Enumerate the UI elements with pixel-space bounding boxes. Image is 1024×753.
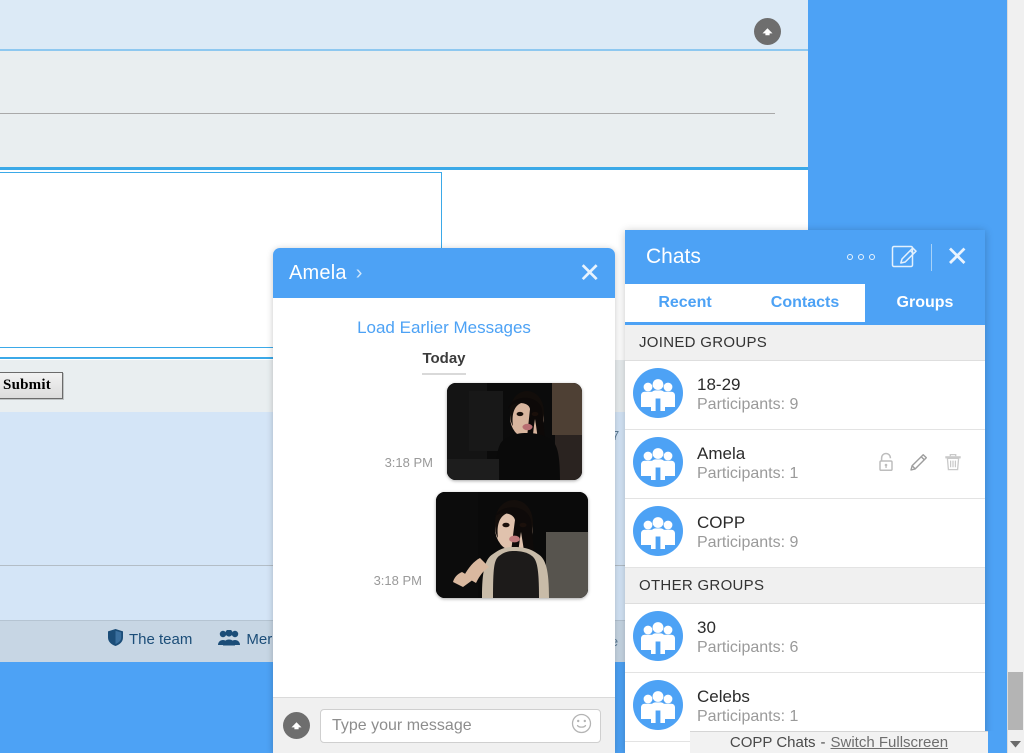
- group-text: COPP Participants: 9: [697, 512, 971, 554]
- group-list-item[interactable]: COPP Participants: 9: [625, 499, 985, 568]
- message-timestamp: 3:18 PM: [384, 455, 433, 470]
- photo-woman-dark-hair-car[interactable]: [447, 383, 582, 480]
- dot-3: [868, 254, 875, 260]
- group-name: Amela: [697, 443, 746, 463]
- section-header-joined-groups: JOINED GROUPS: [625, 325, 985, 361]
- message-row[interactable]: 3:18 PM: [273, 484, 615, 602]
- compose-icon[interactable]: [891, 242, 917, 273]
- bg-top-band: [0, 0, 808, 50]
- submit-button[interactable]: Submit: [0, 372, 63, 399]
- chat-window-title: Amela: [289, 261, 347, 284]
- group-participants: Participants: 1: [697, 465, 799, 483]
- group-icon: [632, 436, 684, 493]
- group-list-item[interactable]: 30 Participants: 6: [625, 604, 985, 673]
- message-composer: [273, 697, 615, 753]
- bg-footer-link-members[interactable]: Mer: [246, 631, 272, 648]
- group-name: Celebs: [697, 686, 750, 706]
- close-icon[interactable]: ✕: [578, 259, 601, 287]
- group-name: 30: [697, 617, 716, 637]
- edit-icon[interactable]: [909, 452, 929, 477]
- chat-window: Amela › ✕ Load Earlier Messages Today 3:…: [273, 248, 615, 753]
- chats-panel: Chats ✕ Recent Contacts Groups JOINED GR…: [625, 230, 985, 753]
- tab-contacts[interactable]: Contacts: [745, 284, 865, 322]
- group-participants: Participants: 6: [697, 639, 799, 657]
- lock-icon[interactable]: [877, 452, 895, 477]
- chevron-right-icon[interactable]: ›: [356, 262, 363, 285]
- group-participants: Participants: 9: [697, 396, 799, 414]
- group-icon: [632, 610, 684, 667]
- window-scrollbar[interactable]: [1007, 0, 1024, 753]
- shield-icon: [108, 629, 123, 650]
- group-name: COPP: [697, 512, 746, 532]
- bg-textarea-accent: [0, 357, 278, 359]
- message-input-wrapper[interactable]: [320, 708, 601, 743]
- smiley-icon[interactable]: [571, 713, 592, 739]
- status-bar-blue-cap: [988, 731, 1007, 753]
- trash-icon[interactable]: [943, 452, 963, 477]
- group-text: Amela Participants: 1: [697, 443, 864, 485]
- scrollbar-down-arrow[interactable]: [1008, 734, 1023, 753]
- chat-message-list[interactable]: Load Earlier Messages Today 3:18 PM 3:18…: [273, 298, 615, 697]
- bg-form-panel: [0, 51, 808, 167]
- bg-footer-link-team[interactable]: The team: [129, 631, 192, 648]
- group-list-item[interactable]: Amela Participants: 1: [625, 430, 985, 499]
- group-participants: Participants: 9: [697, 534, 799, 552]
- scrollbar-thumb[interactable]: [1008, 672, 1023, 730]
- chats-panel-header: Chats ✕: [625, 230, 985, 284]
- group-list-item[interactable]: 18-29 Participants: 9: [625, 361, 985, 430]
- group-text: 18-29 Participants: 9: [697, 374, 971, 416]
- day-divider-label: Today: [422, 350, 466, 375]
- chevron-up-circle-icon[interactable]: [754, 18, 781, 45]
- status-bar-separator: -: [820, 734, 826, 751]
- tab-groups[interactable]: Groups: [865, 284, 985, 322]
- dot-2: [857, 254, 864, 260]
- message-timestamp: 3:18 PM: [373, 573, 422, 588]
- group-icon: [632, 505, 684, 562]
- status-bar: COPP Chats - Switch Fullscreen: [690, 731, 988, 753]
- chats-tabs: Recent Contacts Groups: [625, 284, 985, 322]
- group-text: Celebs Participants: 1: [697, 686, 971, 728]
- chat-window-header: Amela › ✕: [273, 248, 615, 298]
- groups-list[interactable]: JOINED GROUPS 18-29 Participants: 9 Amel…: [625, 325, 985, 753]
- photo-woman-selfie[interactable]: [436, 492, 588, 598]
- chevron-up-circle-icon[interactable]: [283, 712, 310, 739]
- section-header-other-groups: OTHER GROUPS: [625, 568, 985, 604]
- more-options-icon[interactable]: [846, 254, 875, 260]
- chats-panel-title: Chats: [646, 245, 701, 268]
- bg-footer-links: The team Mer: [108, 628, 272, 650]
- day-divider: Today: [273, 344, 615, 375]
- dot-1: [846, 254, 853, 260]
- group-icon: [632, 679, 684, 736]
- group-text: 30 Participants: 6: [697, 617, 971, 659]
- group-name: 18-29: [697, 374, 741, 394]
- group-participants: Participants: 1: [697, 708, 799, 726]
- header-divider: [930, 243, 932, 271]
- close-icon[interactable]: ✕: [946, 243, 969, 271]
- message-input[interactable]: [332, 716, 571, 735]
- bg-panel-divider: [0, 113, 775, 114]
- load-earlier-messages-link[interactable]: Load Earlier Messages: [273, 298, 615, 344]
- tab-recent[interactable]: Recent: [625, 284, 745, 322]
- group-icon: [632, 367, 684, 424]
- switch-fullscreen-link[interactable]: Switch Fullscreen: [831, 734, 949, 751]
- status-bar-title: COPP Chats: [729, 734, 816, 751]
- message-row[interactable]: 3:18 PM: [273, 375, 615, 484]
- members-icon: [218, 628, 241, 650]
- group-actions: [877, 452, 971, 477]
